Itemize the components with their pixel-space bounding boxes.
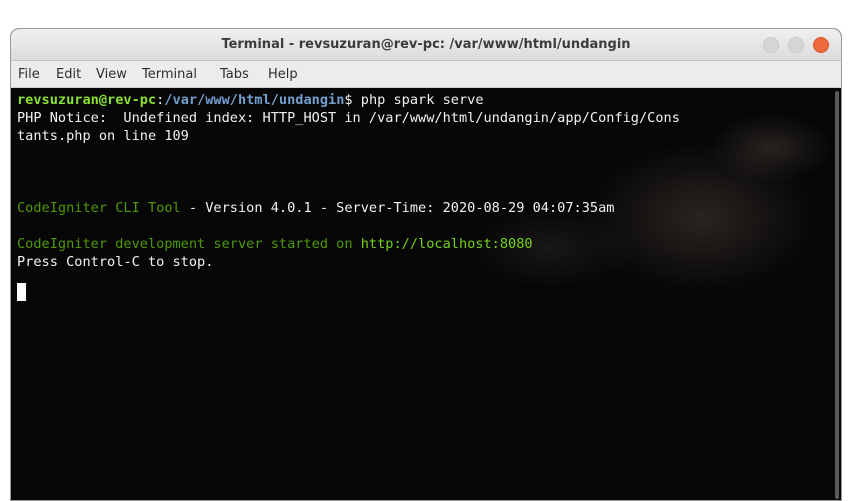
server-started-text: CodeIgniter development server started o… [17,236,361,252]
minimize-button[interactable] [763,37,779,53]
terminal-window: Terminal - revsuzuran@rev-pc: /var/www/h… [10,28,842,501]
notice-line-1: PHP Notice: Undefined index: HTTP_HOST i… [17,110,680,126]
command-text: php spark serve [360,92,484,108]
menu-tabs[interactable]: Tabs [220,67,249,82]
close-button[interactable] [813,37,829,53]
cli-version-info: - Version 4.0.1 - Server-Time: 2020-08-2… [180,200,615,216]
terminal-output[interactable]: revsuzuran@rev-pc:/var/www/html/undangin… [11,88,841,500]
prompt-line: revsuzuran@rev-pc:/var/www/html/undangin… [17,91,484,109]
server-started-line: CodeIgniter development server started o… [17,235,533,253]
window-title: Terminal - revsuzuran@rev-pc: /var/www/h… [221,37,631,52]
prompt-dollar: $ [344,92,361,108]
terminal-cursor [17,283,26,301]
prompt-path: /var/www/html/undangin [164,92,345,108]
terminal-scrollbar[interactable] [835,91,839,499]
server-url[interactable]: http://localhost:8080 [361,236,533,252]
cli-version-line: CodeIgniter CLI Tool - Version 4.0.1 - S… [17,199,614,217]
menu-bar: File Edit View Terminal Tabs Help [11,61,841,88]
maximize-button[interactable] [788,37,804,53]
menu-help[interactable]: Help [268,67,298,82]
title-bar[interactable]: Terminal - revsuzuran@rev-pc: /var/www/h… [11,29,841,61]
menu-edit[interactable]: Edit [56,67,81,82]
menu-view[interactable]: View [96,67,127,82]
menu-file[interactable]: File [18,67,40,82]
prompt-user: revsuzuran@rev-pc [17,92,157,108]
notice-line-2: tants.php on line 109 [17,128,189,144]
cli-tool-name: CodeIgniter CLI Tool [17,200,181,216]
stop-hint-line: Press Control-C to stop. [17,254,214,270]
menu-terminal[interactable]: Terminal [142,67,197,82]
